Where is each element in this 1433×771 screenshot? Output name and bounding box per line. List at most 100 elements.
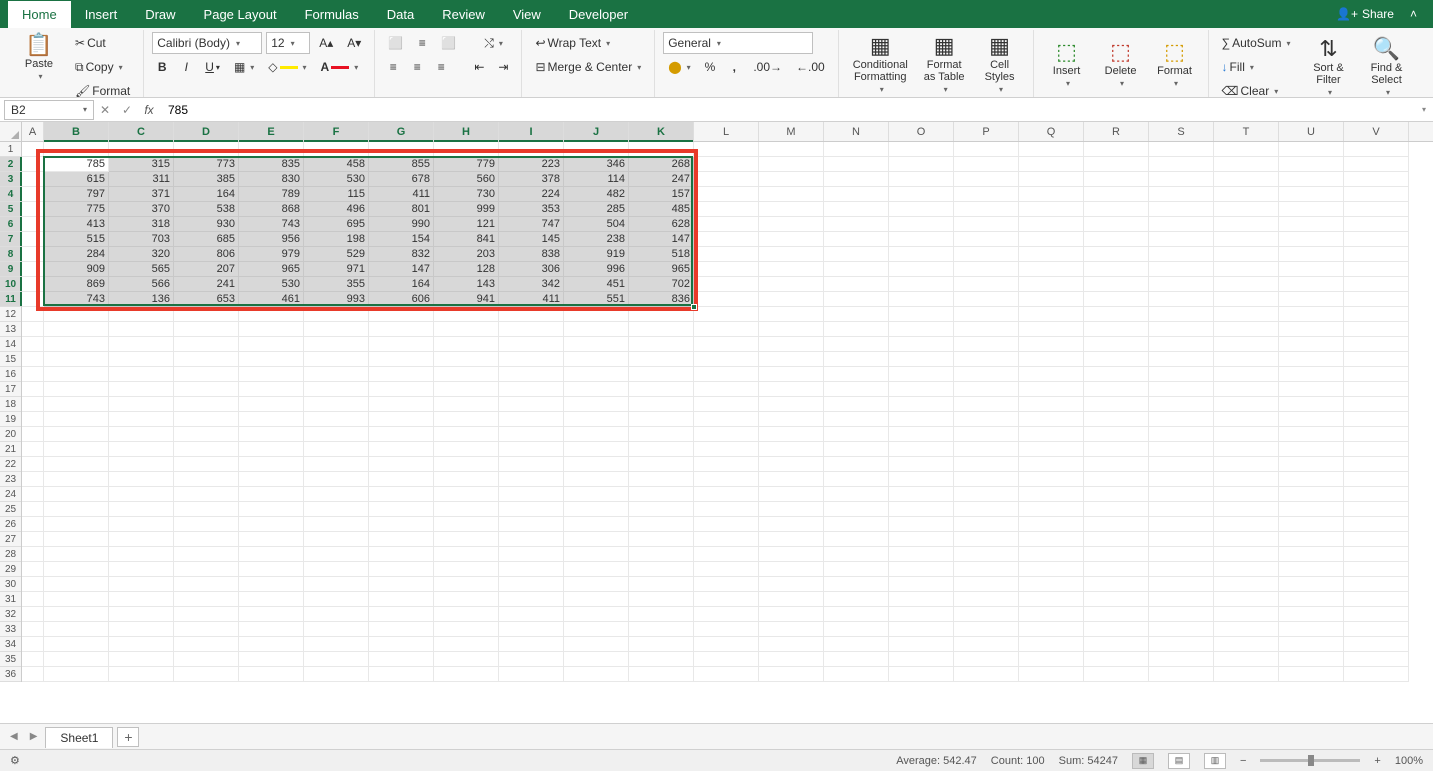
cell[interactable] [954,232,1019,247]
cell[interactable]: 346 [564,157,629,172]
sort-filter-button[interactable]: ⇅Sort &Filter [1303,32,1353,102]
cell[interactable] [694,457,759,472]
cell[interactable] [1279,502,1344,517]
cell[interactable] [564,517,629,532]
cell[interactable]: 385 [174,172,239,187]
cell[interactable] [694,487,759,502]
cell[interactable] [694,652,759,667]
row-header-24[interactable]: 24 [0,487,21,502]
cell[interactable] [1279,232,1344,247]
cell[interactable] [1149,637,1214,652]
cell[interactable] [22,157,44,172]
cell[interactable] [889,367,954,382]
cell[interactable] [109,592,174,607]
cell[interactable] [1279,382,1344,397]
cell[interactable] [434,382,499,397]
cell[interactable]: 775 [44,202,109,217]
cell[interactable] [499,382,564,397]
cell[interactable] [369,382,434,397]
cell[interactable] [1214,487,1279,502]
cell[interactable] [564,487,629,502]
cell[interactable] [1214,172,1279,187]
cell[interactable] [1149,142,1214,157]
cell[interactable] [499,427,564,442]
cell[interactable] [1214,142,1279,157]
cell[interactable] [1084,382,1149,397]
cell[interactable] [629,577,694,592]
cell[interactable] [954,427,1019,442]
cell[interactable] [629,442,694,457]
cell[interactable] [239,367,304,382]
align-top-button[interactable]: ⬜ [383,33,408,53]
cell[interactable] [239,487,304,502]
cell[interactable] [109,607,174,622]
cell[interactable] [1214,277,1279,292]
cell[interactable]: 247 [629,172,694,187]
row-header-1[interactable]: 1 [0,142,21,157]
cell[interactable] [954,547,1019,562]
cells-area[interactable]: 7853157738354588557792233462686153113858… [22,142,1433,723]
cell[interactable] [694,592,759,607]
cell[interactable] [434,142,499,157]
cell[interactable] [239,397,304,412]
cell[interactable] [434,457,499,472]
cell[interactable] [1279,292,1344,307]
cell[interactable] [564,547,629,562]
cell[interactable]: 965 [239,262,304,277]
cell[interactable] [44,427,109,442]
cell[interactable] [304,142,369,157]
cell[interactable] [239,667,304,682]
cell[interactable] [239,142,304,157]
cell[interactable] [1149,667,1214,682]
cell[interactable]: 830 [239,172,304,187]
cell[interactable] [1279,322,1344,337]
cell[interactable] [239,652,304,667]
cell[interactable] [1214,472,1279,487]
cell[interactable] [954,517,1019,532]
column-header-D[interactable]: D [174,122,239,141]
cell[interactable] [1214,532,1279,547]
cell[interactable] [629,397,694,412]
cell[interactable] [889,592,954,607]
tab-page-layout[interactable]: Page Layout [190,1,291,28]
cell[interactable] [824,517,889,532]
cell[interactable] [1084,577,1149,592]
column-header-N[interactable]: N [824,122,889,141]
cell[interactable]: 806 [174,247,239,262]
cell[interactable]: 930 [174,217,239,232]
wrap-text-button[interactable]: ↩Wrap Text [530,33,615,53]
find-select-button[interactable]: 🔍Find &Select [1361,32,1411,102]
row-header-2[interactable]: 2 [0,157,21,172]
cell[interactable] [369,352,434,367]
cell[interactable] [1344,472,1409,487]
cell[interactable] [629,487,694,502]
cell[interactable]: 869 [44,277,109,292]
cell[interactable] [304,352,369,367]
cell[interactable] [694,277,759,292]
cell[interactable] [629,427,694,442]
cell[interactable] [499,637,564,652]
cell[interactable] [954,532,1019,547]
cell[interactable] [1149,472,1214,487]
row-header-20[interactable]: 20 [0,427,21,442]
cell[interactable] [954,187,1019,202]
cell[interactable] [824,607,889,622]
cell[interactable] [1084,637,1149,652]
cell[interactable] [44,637,109,652]
cell[interactable] [369,472,434,487]
cell[interactable]: 224 [499,187,564,202]
cell[interactable] [759,187,824,202]
cell[interactable] [1344,247,1409,262]
tab-review[interactable]: Review [428,1,499,28]
cell[interactable] [629,412,694,427]
cell[interactable] [109,562,174,577]
view-page-break-button[interactable]: ▥ [1204,753,1226,769]
cell[interactable] [44,487,109,502]
cell[interactable] [44,412,109,427]
cell[interactable]: 515 [44,232,109,247]
cell[interactable] [434,367,499,382]
cell[interactable] [1019,442,1084,457]
cell[interactable] [369,592,434,607]
cell[interactable] [889,502,954,517]
cell[interactable] [824,502,889,517]
